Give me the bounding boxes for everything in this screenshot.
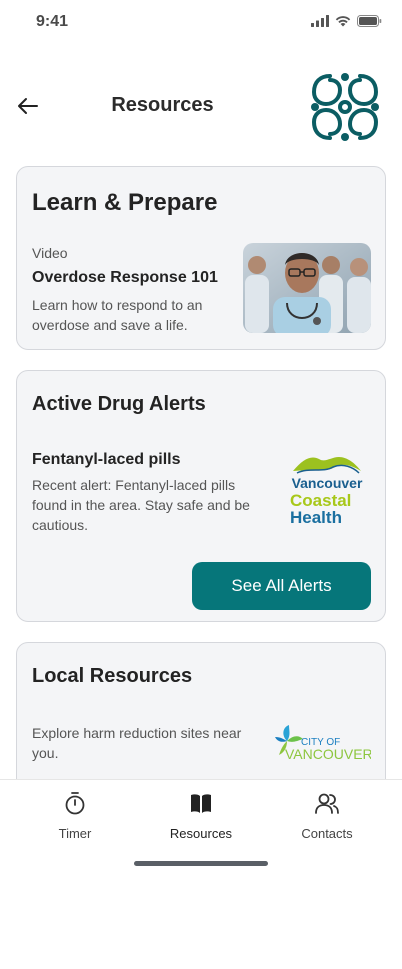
wifi-icon xyxy=(335,16,351,27)
city-of-vancouver-logo: CITY OF VANCOUVER xyxy=(275,725,371,762)
book-icon xyxy=(191,794,211,813)
alert-title: Fentanyl-laced pills xyxy=(32,451,181,468)
nav-item-timer[interactable]: Timer xyxy=(25,790,125,846)
svg-text:VANCOUVER: VANCOUVER xyxy=(285,746,371,762)
bottom-nav: Timer Resources Contacts xyxy=(0,779,402,969)
nav-label-contacts: Contacts xyxy=(301,826,353,841)
stopwatch-icon xyxy=(65,792,85,815)
video-type-label: Video xyxy=(32,245,68,261)
video-description: Learn how to respond to an overdose and … xyxy=(32,297,203,333)
vancouver-coastal-health-logo: Vancouver Coastal Health xyxy=(290,457,363,527)
status-time: 9:41 xyxy=(36,13,69,30)
svg-text:Health: Health xyxy=(290,508,342,527)
local-card-title: Local Resources xyxy=(32,665,193,687)
nav-label-timer: Timer xyxy=(58,826,92,841)
learn-prepare-card: Learn & Prepare Video Overdose Response … xyxy=(16,166,386,350)
nav-label-resources: Resources xyxy=(169,826,233,841)
video-title[interactable]: Overdose Response 101 xyxy=(32,269,218,287)
local-resources-card: Local Resources Explore harm reduction s… xyxy=(16,642,386,792)
see-all-alerts-button[interactable]: See All Alerts xyxy=(192,562,371,610)
alert-description: Recent alert: Fentanyl-laced pills found… xyxy=(32,477,250,533)
battery-icon xyxy=(357,15,382,27)
home-indicator xyxy=(134,861,268,866)
signal-icon xyxy=(311,15,329,27)
video-thumbnail-image xyxy=(243,243,371,333)
learn-card-title: Learn & Prepare xyxy=(32,189,218,216)
local-description: Explore harm reduction sites near you. xyxy=(32,725,242,761)
video-thumbnail[interactable] xyxy=(243,243,371,333)
header: Resources xyxy=(0,66,402,146)
status-icons xyxy=(311,15,382,27)
people-icon xyxy=(315,793,339,814)
drug-alerts-card: Active Drug Alerts Fentanyl-laced pills … xyxy=(16,370,386,622)
nav-item-contacts[interactable]: Contacts xyxy=(277,790,377,846)
page-title: Resources xyxy=(111,94,214,116)
nav-item-resources[interactable]: Resources xyxy=(151,790,251,846)
alerts-card-title: Active Drug Alerts xyxy=(32,393,206,415)
app-logo-icon xyxy=(311,73,379,141)
svg-text:Vancouver: Vancouver xyxy=(292,475,363,491)
status-bar: 9:41 xyxy=(0,0,402,44)
